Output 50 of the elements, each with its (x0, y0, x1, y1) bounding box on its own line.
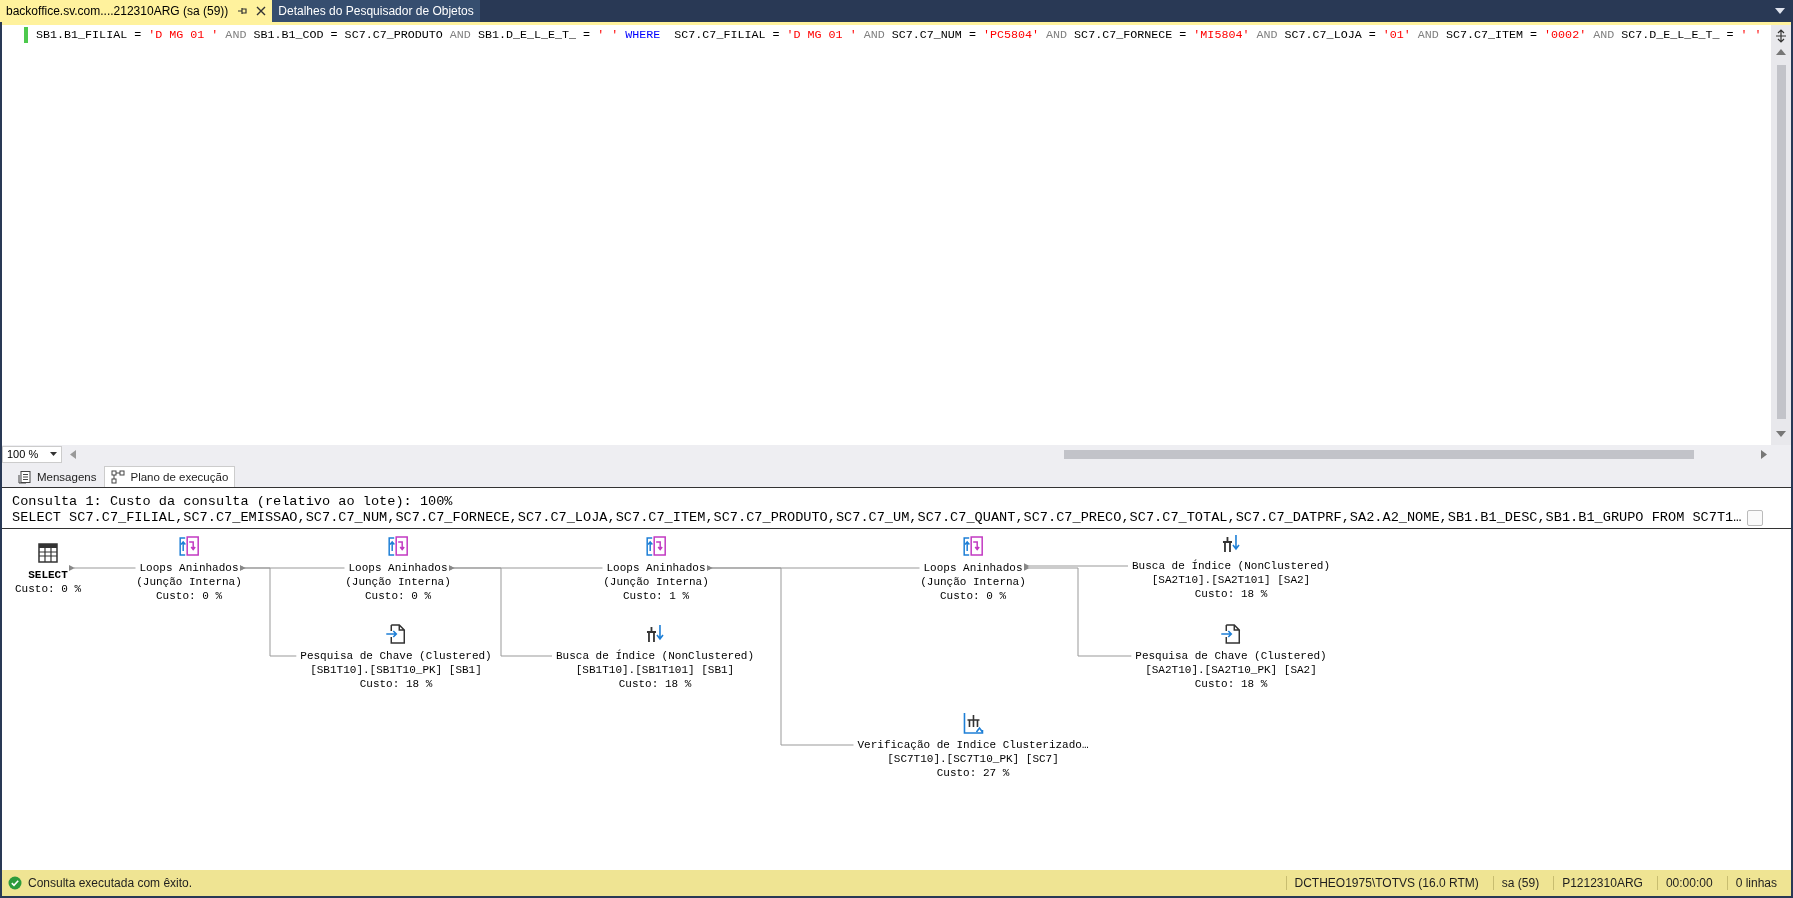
scroll-up-icon[interactable] (1776, 49, 1786, 55)
flowchart-icon (111, 470, 126, 484)
status-field: 00:00:00 (1656, 876, 1721, 890)
status-field: sa (59) (1492, 876, 1548, 890)
split-icon[interactable] (1774, 29, 1788, 43)
document-tab[interactable]: backoffice.sv.com....212310ARG (sa (59)) (0, 0, 273, 22)
query-cost-text: Consulta 1: Custo da consulta (relativo ao lote): 100% (12, 494, 454, 510)
operator-label: Busca de Índice (NonClustered) [SA2T10].[SA2T101] [SA2] Custo: 18 % (1132, 559, 1330, 601)
connector-arrow (68, 565, 136, 571)
pin-icon[interactable] (236, 5, 249, 17)
query-statement: SELECT SC7.C7_FILIAL,SC7.C7_EMISSAO,SC7.C7_NUM,SC7.C7_FORNECE,SC7.C7_LOJA,SC7.C7_ITEM,SC7.C7_PRODUTO,SC7.C7_UM,SC7.C7_QUANT,SC7.C7_PRECO,SC7.C7_TOTAL,SC7.C7_DATPRF,SA2.A2_NOME,SB1.B1_DESC,SB1.B1_GRUPO FROM SC7T1… (12, 510, 1742, 526)
loop-join-icon[interactable] (644, 534, 668, 558)
operator-label: Loops Aninhados (Junção Interna) Custo: 0 % (345, 561, 451, 603)
document-arrow-icon[interactable] (384, 622, 408, 646)
dropdown-caret-icon[interactable] (1775, 8, 1785, 14)
document-icon (18, 470, 32, 484)
loop-join-icon[interactable] (386, 534, 410, 558)
results-tab[interactable]: Plano de execução (104, 466, 236, 487)
caret-icon (50, 452, 58, 456)
change-marker (24, 27, 28, 43)
tab-title: Detalhes do Pesquisador de Objetos (278, 4, 474, 18)
zoom-dropdown[interactable]: 100 % (2, 445, 63, 463)
loop-join-icon[interactable] (177, 534, 201, 558)
operator-label: Loops Aninhados (Junção Interna) Custo: 0 % (920, 561, 1026, 603)
scroll-right-icon[interactable] (1761, 449, 1767, 459)
operator-label: Busca de Índice (NonClustered) [SB1T10].[SB1T101] [SB1] Custo: 18 % (556, 649, 754, 691)
operator-label: Pesquisa de Chave (Clustered) [SA2T10].[SA2T10_PK] [SA2] Custo: 18 % (1135, 649, 1327, 691)
vertical-scrollbar[interactable] (1771, 25, 1791, 445)
scroll-left-icon[interactable] (70, 449, 77, 459)
document-tab[interactable]: Detalhes do Pesquisador de Objetos (272, 0, 480, 22)
operator-label: Verificação de Indice Clusterizado… [SC7T10].[SC7T10_PK] [SC7] Custo: 27 % (857, 738, 1089, 780)
operator-label: Loops Aninhados (Junção Interna) Custo: 0 % (136, 561, 242, 603)
status-field: 0 linhas (1726, 876, 1785, 890)
scroll-down-icon[interactable] (1776, 431, 1786, 437)
operator-label: SELECT Custo: 0 % (15, 568, 81, 596)
operator-label: Loops Aninhados (Junção Interna) Custo: 1 % (603, 561, 709, 603)
operator-label: Pesquisa de Chave (Clustered) [SB1T10].[SB1T10_PK] [SB1] Custo: 18 % (300, 649, 492, 691)
scroll-thumb[interactable] (1776, 65, 1786, 419)
tab-title: backoffice.sv.com....212310ARG (sa (59)) (6, 4, 229, 18)
results-tab[interactable]: Mensagens (12, 467, 103, 487)
status-message: Consulta executada com êxito. (28, 876, 193, 890)
status-field: P1212310ARG (1553, 876, 1651, 890)
loop-join-icon[interactable] (961, 534, 985, 558)
grid-icon[interactable] (36, 541, 60, 565)
close-icon[interactable] (256, 6, 267, 16)
status-field: DCTHEO1975\TOTVS (16.0 RTM) (1285, 876, 1487, 890)
scroll-thumb[interactable] (1064, 449, 1695, 459)
tree-scan-icon[interactable] (961, 711, 985, 735)
document-arrow-icon[interactable] (1219, 622, 1243, 646)
code-line: SB1.B1_FILIAL = 'D MG 01 ' AND SB1.B1_COD = SC7.C7_PRODUTO AND SB1.D_E_L_E_T_ = ' ' WHERE SC7.C7_FILIAL = 'D MG 01 ' AND SC7.C7_NUM = 'PC5804' AND SC7.C7_FORNECE = 'MI5804' AND SC7.C7_LOJA = '01' AND SC7.C7_ITEM = '0002' AND SC7.D_E_L_E_T_ = ' ' (36, 27, 1762, 43)
